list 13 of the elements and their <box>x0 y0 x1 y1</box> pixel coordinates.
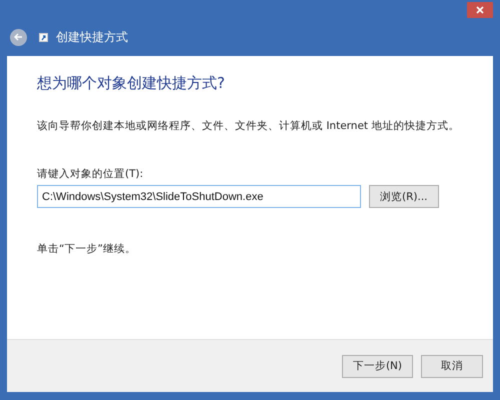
cancel-button[interactable]: 取消 <box>421 354 483 378</box>
wizard-heading: 想为哪个对象创建快捷方式? <box>37 74 226 93</box>
hint-text: 单击“下一步”继续。 <box>37 242 137 256</box>
location-label: 请键入对象的位置(T): <box>37 167 144 181</box>
window-title: 创建快捷方式 <box>56 28 128 46</box>
back-arrow-icon <box>14 33 23 41</box>
next-button[interactable]: 下一步(N) <box>342 354 413 378</box>
close-button[interactable] <box>467 2 493 18</box>
shortcut-icon <box>39 32 48 42</box>
description-text: 该向导帮你创建本地或网络程序、文件、文件夹、计算机或 Internet 地址的快捷方式。 <box>37 119 460 133</box>
browse-button[interactable]: 浏览(R)... <box>369 185 439 208</box>
close-icon <box>476 6 484 14</box>
location-field[interactable]: C:\Windows\System32\SlideToShutDown.exe <box>37 185 361 208</box>
